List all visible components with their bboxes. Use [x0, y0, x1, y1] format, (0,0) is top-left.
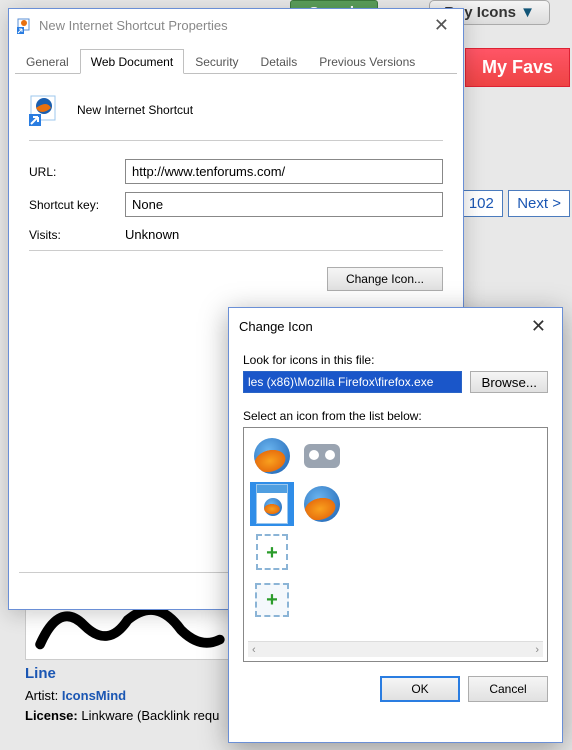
plus-document-icon[interactable]	[250, 530, 294, 574]
look-for-icons-label: Look for icons in this file:	[243, 353, 548, 367]
ci-cancel-button[interactable]: Cancel	[468, 676, 548, 702]
ci-dialog-title: Change Icon	[239, 319, 313, 334]
change-icon-button[interactable]: Change Icon...	[327, 267, 443, 291]
artist-line: Artist: IconsMind	[25, 688, 126, 703]
url-label: URL:	[29, 165, 125, 179]
tab-body: New Internet Shortcut URL: Shortcut key:…	[9, 74, 463, 305]
license-prefix: License:	[25, 708, 81, 723]
shortcut-key-input[interactable]	[125, 192, 443, 217]
artist-link[interactable]: IconsMind	[62, 688, 126, 703]
mask-icon[interactable]	[300, 434, 344, 478]
firefox-globe-icon[interactable]	[300, 482, 344, 526]
firefox-document-icon[interactable]	[250, 482, 294, 526]
ci-ok-button[interactable]: OK	[380, 676, 460, 702]
icon-list[interactable]: ‹ ›	[243, 427, 548, 662]
visits-label: Visits:	[29, 228, 125, 242]
scroll-right-icon[interactable]: ›	[535, 644, 539, 656]
shortcut-file-icon	[29, 94, 61, 126]
shortcut-name: New Internet Shortcut	[77, 103, 193, 117]
select-icon-label: Select an icon from the list below:	[243, 409, 548, 423]
tab-web-document[interactable]: Web Document	[80, 49, 184, 74]
shortcut-app-icon	[17, 18, 33, 34]
url-input[interactable]	[125, 159, 443, 184]
pager-next[interactable]: Next >	[508, 190, 570, 217]
close-icon[interactable]: ✕	[428, 15, 455, 36]
change-icon-dialog: Change Icon ✕ Look for icons in this fil…	[228, 307, 563, 743]
shortcut-key-label: Shortcut key:	[29, 198, 125, 212]
tab-previous-versions[interactable]: Previous Versions	[308, 49, 426, 74]
browse-button[interactable]: Browse...	[470, 371, 548, 393]
title-bar[interactable]: New Internet Shortcut Properties ✕	[9, 9, 463, 42]
ci-title-bar[interactable]: Change Icon ✕	[229, 308, 562, 345]
icon-title[interactable]: Line	[25, 665, 56, 682]
close-icon[interactable]: ✕	[525, 316, 552, 337]
dialog-title: New Internet Shortcut Properties	[39, 18, 228, 33]
icon-path-input[interactable]	[243, 371, 462, 393]
license-text: Linkware (Backlink requ	[81, 708, 219, 723]
chevron-down-icon: ▼	[520, 4, 535, 21]
pager: 102 Next >	[458, 190, 570, 217]
horizontal-scrollbar[interactable]: ‹ ›	[248, 641, 543, 657]
plus-box-icon[interactable]	[250, 578, 294, 622]
license-line: License: Linkware (Backlink requ	[25, 708, 219, 723]
scroll-left-icon[interactable]: ‹	[252, 644, 256, 656]
tab-general[interactable]: General	[15, 49, 80, 74]
pager-page-102[interactable]: 102	[460, 190, 503, 217]
tab-security[interactable]: Security	[184, 49, 249, 74]
tab-details[interactable]: Details	[250, 49, 309, 74]
firefox-globe-icon[interactable]	[250, 434, 294, 478]
visits-value: Unknown	[125, 227, 179, 242]
tab-strip: General Web Document Security Details Pr…	[15, 48, 457, 74]
artist-prefix: Artist:	[25, 688, 62, 703]
my-favs-tab[interactable]: My Favs	[465, 48, 570, 87]
